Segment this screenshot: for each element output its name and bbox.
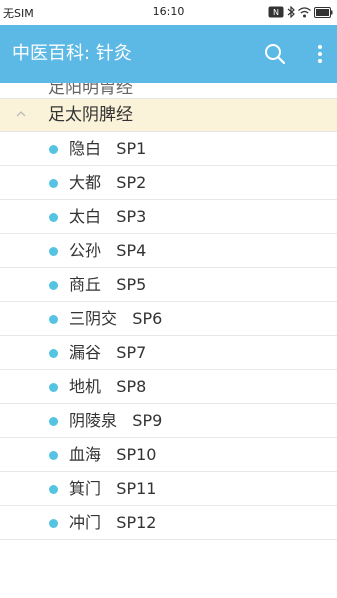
more-options-button[interactable] [313, 41, 327, 67]
acupoint-name: 血海 [69, 445, 102, 464]
group-title-previous: 足阳明胃经 [48, 83, 133, 98]
acupoint-code: SP3 [116, 207, 147, 226]
acupoint-label: 商丘 SP5 [69, 273, 146, 297]
acupoint-code: SP1 [116, 139, 147, 158]
acupoint-name: 公孙 [69, 241, 102, 260]
list-item[interactable]: 大都 SP2 [0, 166, 337, 200]
acupoint-label: 血海 SP10 [69, 443, 156, 467]
acupoint-label: 三阴交 SP6 [69, 307, 162, 331]
bullet-dot-icon [49, 247, 58, 256]
list-item[interactable]: 太白 SP3 [0, 200, 337, 234]
acupoint-label: 地机 SP8 [69, 375, 146, 399]
acupoint-code: SP12 [116, 513, 157, 532]
chevron-up-icon [15, 108, 27, 120]
list-item[interactable]: 商丘 SP5 [0, 268, 337, 302]
bullet-dot-icon [49, 145, 58, 154]
acupoint-label: 箕门 SP11 [69, 477, 156, 501]
group-header-spleen-meridian[interactable]: 足太阴脾经 [0, 99, 337, 132]
acupoint-name: 商丘 [69, 275, 102, 294]
acupoint-label: 太白 SP3 [69, 205, 146, 229]
bullet-dot-icon [49, 349, 58, 358]
acupoint-name: 箕门 [69, 479, 102, 498]
svg-text:N: N [273, 8, 279, 17]
status-icons: N [268, 4, 333, 20]
acupoint-code: SP10 [116, 445, 157, 464]
list-item[interactable]: 地机 SP8 [0, 370, 337, 404]
search-icon [262, 41, 288, 67]
nfc-icon: N [268, 6, 284, 18]
battery-icon [314, 6, 333, 18]
acupoint-label: 公孙 SP4 [69, 239, 146, 263]
group-title: 足太阴脾经 [48, 105, 133, 125]
list-item[interactable]: 血海 SP10 [0, 438, 337, 472]
bullet-dot-icon [49, 451, 58, 460]
page-title: 中医百科: 针灸 [12, 43, 132, 64]
acupoint-code: SP6 [132, 309, 163, 328]
acupoint-code: SP8 [116, 377, 147, 396]
acupoint-name: 太白 [69, 207, 102, 226]
bullet-dot-icon [49, 417, 58, 426]
bullet-dot-icon [49, 213, 58, 222]
acupoint-code: SP2 [116, 173, 147, 192]
acupoint-code: SP11 [116, 479, 157, 498]
acupoint-label: 隐白 SP1 [69, 137, 146, 161]
acupoint-code: SP4 [116, 241, 147, 260]
acupoint-list[interactable]: 足阳明胃经 足太阴脾经 隐白 SP1 大都 SP2 太白 SP3 公孙 SP4 商丘 S… [0, 83, 337, 598]
more-vert-icon [313, 41, 327, 67]
search-button[interactable] [262, 41, 288, 67]
bluetooth-icon [287, 6, 295, 18]
list-item[interactable]: 三阴交 SP6 [0, 302, 337, 336]
list-item[interactable]: 箕门 SP11 [0, 472, 337, 506]
acupoint-label: 冲门 SP12 [69, 511, 156, 535]
acupoint-label: 阴陵泉 SP9 [69, 409, 162, 433]
acupoint-name: 隐白 [69, 139, 102, 158]
group-header-previous[interactable]: 足阳明胃经 [0, 83, 337, 99]
list-item[interactable]: 漏谷 SP7 [0, 336, 337, 370]
acupoint-name: 阴陵泉 [69, 411, 118, 430]
app-bar: 中医百科: 针灸 [0, 25, 337, 83]
acupoint-name: 大都 [69, 173, 102, 192]
acupoint-label: 大都 SP2 [69, 171, 146, 195]
wifi-icon [298, 6, 311, 18]
acupoint-label: 漏谷 SP7 [69, 341, 146, 365]
list-item[interactable]: 阴陵泉 SP9 [0, 404, 337, 438]
bullet-dot-icon [49, 383, 58, 392]
acupoint-name: 冲门 [69, 513, 102, 532]
bullet-dot-icon [49, 519, 58, 528]
list-item[interactable]: 公孙 SP4 [0, 234, 337, 268]
list-item[interactable]: 隐白 SP1 [0, 132, 337, 166]
bullet-dot-icon [49, 179, 58, 188]
status-bar: 无SIM 16:10 N [0, 0, 337, 25]
acupoint-code: SP7 [116, 343, 147, 362]
bullet-dot-icon [49, 485, 58, 494]
bullet-dot-icon [49, 315, 58, 324]
acupoint-code: SP5 [116, 275, 147, 294]
acupoint-code: SP9 [132, 411, 163, 430]
acupoint-name: 地机 [69, 377, 102, 396]
acupoint-name: 漏谷 [69, 343, 102, 362]
bullet-dot-icon [49, 281, 58, 290]
acupoint-name: 三阴交 [69, 309, 118, 328]
list-item[interactable]: 冲门 SP12 [0, 506, 337, 540]
